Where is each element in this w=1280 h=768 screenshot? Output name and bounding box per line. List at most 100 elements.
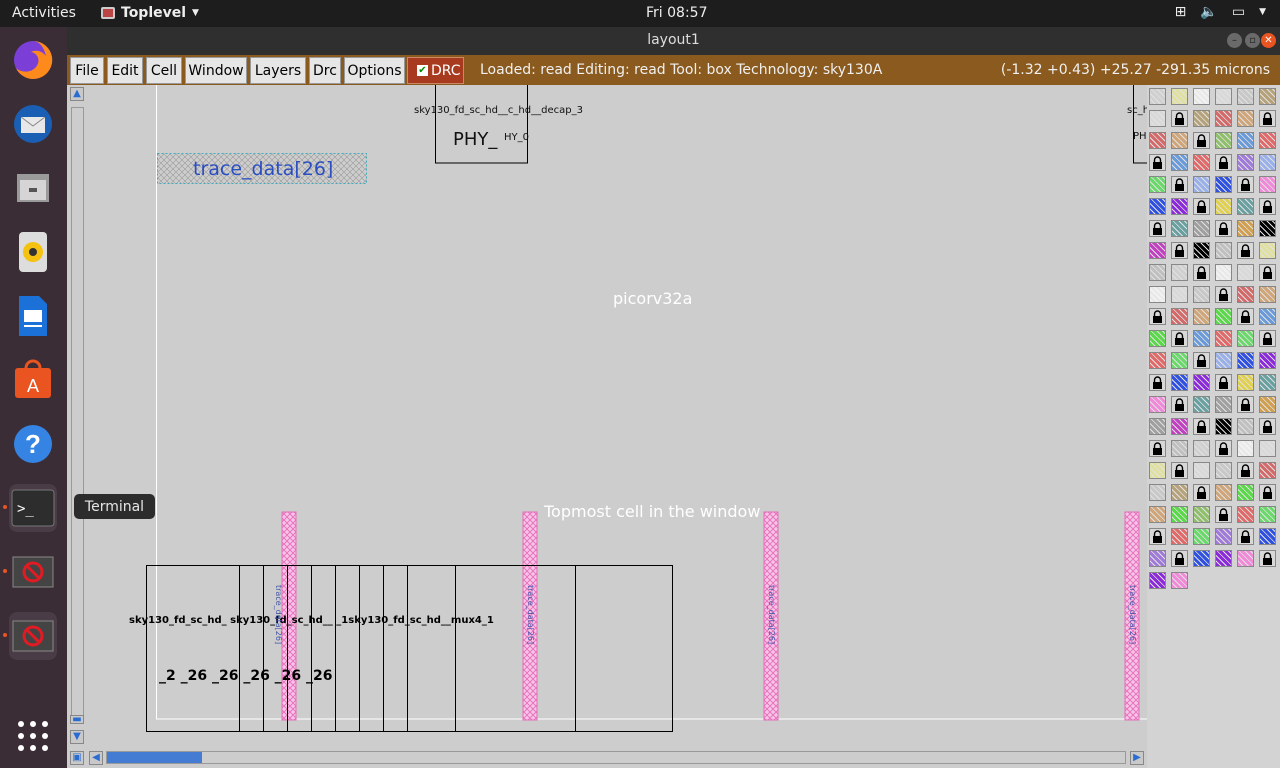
- menu-window[interactable]: Window: [185, 57, 247, 84]
- terminal-icon[interactable]: >_: [9, 484, 57, 532]
- vertical-scrollbar[interactable]: ▲ ▬ ▼: [67, 85, 88, 748]
- layer-swatch[interactable]: [1259, 88, 1276, 105]
- layer-swatch[interactable]: [1215, 484, 1232, 501]
- drc-toggle[interactable]: ✔ DRC: [407, 57, 464, 84]
- layer-swatch[interactable]: [1171, 132, 1188, 149]
- lock-icon[interactable]: [1259, 198, 1276, 215]
- lock-icon[interactable]: [1193, 484, 1210, 501]
- layer-swatch[interactable]: [1215, 462, 1232, 479]
- layer-swatch[interactable]: [1215, 242, 1232, 259]
- layer-swatch[interactable]: [1171, 440, 1188, 457]
- lock-icon[interactable]: [1149, 308, 1166, 325]
- lock-icon[interactable]: [1215, 286, 1232, 303]
- layer-swatch[interactable]: [1171, 484, 1188, 501]
- layout-canvas[interactable]: sky130_fd_sc_hd__c_hd__decap_3 PHY_ HY_0…: [89, 85, 1147, 748]
- lock-icon[interactable]: [1171, 396, 1188, 413]
- layer-swatch[interactable]: [1171, 506, 1188, 523]
- scroll-track[interactable]: [106, 751, 1126, 764]
- lock-icon[interactable]: [1259, 330, 1276, 347]
- layer-swatch[interactable]: [1171, 154, 1188, 171]
- layer-swatch[interactable]: [1259, 242, 1276, 259]
- lock-icon[interactable]: [1259, 550, 1276, 567]
- writer-icon[interactable]: [9, 292, 57, 340]
- lock-icon[interactable]: [1171, 550, 1188, 567]
- lock-icon[interactable]: [1259, 484, 1276, 501]
- layer-swatch[interactable]: [1149, 264, 1166, 281]
- layer-swatch[interactable]: [1259, 396, 1276, 413]
- show-apps-icon[interactable]: [9, 712, 57, 760]
- lock-icon[interactable]: [1215, 506, 1232, 523]
- layer-swatch[interactable]: [1171, 418, 1188, 435]
- lock-icon[interactable]: [1237, 396, 1254, 413]
- firefox-icon[interactable]: [9, 36, 57, 84]
- layer-swatch[interactable]: [1215, 308, 1232, 325]
- menu-drc[interactable]: Drc: [309, 57, 341, 84]
- layer-swatch[interactable]: [1237, 88, 1254, 105]
- lock-icon[interactable]: [1237, 242, 1254, 259]
- layer-swatch[interactable]: [1193, 462, 1210, 479]
- arrow-right-icon[interactable]: ▶: [1130, 751, 1144, 765]
- layer-swatch[interactable]: [1259, 374, 1276, 391]
- lock-icon[interactable]: [1171, 462, 1188, 479]
- scroll-thumb[interactable]: [107, 752, 202, 763]
- layer-swatch[interactable]: [1215, 550, 1232, 567]
- layer-swatch[interactable]: [1171, 88, 1188, 105]
- layer-swatch[interactable]: [1259, 220, 1276, 237]
- lock-icon[interactable]: [1215, 440, 1232, 457]
- layer-swatch[interactable]: [1215, 198, 1232, 215]
- layer-swatch[interactable]: [1215, 176, 1232, 193]
- lock-icon[interactable]: [1259, 418, 1276, 435]
- layer-swatch[interactable]: [1237, 330, 1254, 347]
- lock-icon[interactable]: [1149, 528, 1166, 545]
- layer-swatch[interactable]: [1259, 506, 1276, 523]
- layer-swatch[interactable]: [1193, 220, 1210, 237]
- layer-swatch[interactable]: [1193, 88, 1210, 105]
- lock-icon[interactable]: [1237, 176, 1254, 193]
- layer-swatch[interactable]: [1215, 330, 1232, 347]
- lock-icon[interactable]: [1149, 374, 1166, 391]
- layer-swatch[interactable]: [1171, 352, 1188, 369]
- layer-swatch[interactable]: [1149, 462, 1166, 479]
- layer-swatch[interactable]: [1149, 88, 1166, 105]
- layer-swatch[interactable]: [1149, 550, 1166, 567]
- menu-layers[interactable]: Layers: [250, 57, 306, 84]
- lock-icon[interactable]: [1171, 330, 1188, 347]
- maximize-button[interactable]: ▫: [1245, 33, 1260, 48]
- lock-icon[interactable]: [1171, 242, 1188, 259]
- layer-swatch[interactable]: [1149, 352, 1166, 369]
- layer-swatch[interactable]: [1171, 264, 1188, 281]
- layer-swatch[interactable]: [1149, 176, 1166, 193]
- layer-swatch[interactable]: [1171, 220, 1188, 237]
- layer-swatch[interactable]: [1193, 242, 1210, 259]
- layer-swatch[interactable]: [1215, 352, 1232, 369]
- layer-swatch[interactable]: [1149, 506, 1166, 523]
- layer-swatch[interactable]: [1193, 374, 1210, 391]
- layer-swatch[interactable]: [1259, 286, 1276, 303]
- layer-swatch[interactable]: [1193, 154, 1210, 171]
- rhythmbox-icon[interactable]: [9, 228, 57, 276]
- lock-icon[interactable]: [1215, 154, 1232, 171]
- layer-swatch[interactable]: [1259, 176, 1276, 193]
- lock-icon[interactable]: [1259, 264, 1276, 281]
- lock-icon[interactable]: [1237, 528, 1254, 545]
- layer-swatch[interactable]: [1259, 154, 1276, 171]
- lock-icon[interactable]: [1193, 264, 1210, 281]
- layer-swatch[interactable]: [1237, 550, 1254, 567]
- layer-swatch[interactable]: [1237, 484, 1254, 501]
- layer-swatch[interactable]: [1149, 330, 1166, 347]
- activities-button[interactable]: Activities: [12, 5, 76, 21]
- app-window-icon[interactable]: [9, 612, 57, 660]
- clock[interactable]: Fri 08:57: [646, 5, 707, 21]
- lock-icon[interactable]: [1193, 352, 1210, 369]
- menu-options[interactable]: Options: [344, 57, 405, 84]
- lock-icon[interactable]: [1259, 110, 1276, 127]
- layer-swatch[interactable]: [1149, 198, 1166, 215]
- scroll-thumb[interactable]: ▬: [70, 715, 84, 725]
- arrow-up-icon[interactable]: ▲: [70, 87, 84, 101]
- layer-swatch[interactable]: [1149, 242, 1166, 259]
- layer-swatch[interactable]: [1259, 462, 1276, 479]
- layer-swatch[interactable]: [1237, 440, 1254, 457]
- layer-swatch[interactable]: [1193, 506, 1210, 523]
- layer-swatch[interactable]: [1149, 572, 1166, 589]
- layer-swatch[interactable]: [1193, 550, 1210, 567]
